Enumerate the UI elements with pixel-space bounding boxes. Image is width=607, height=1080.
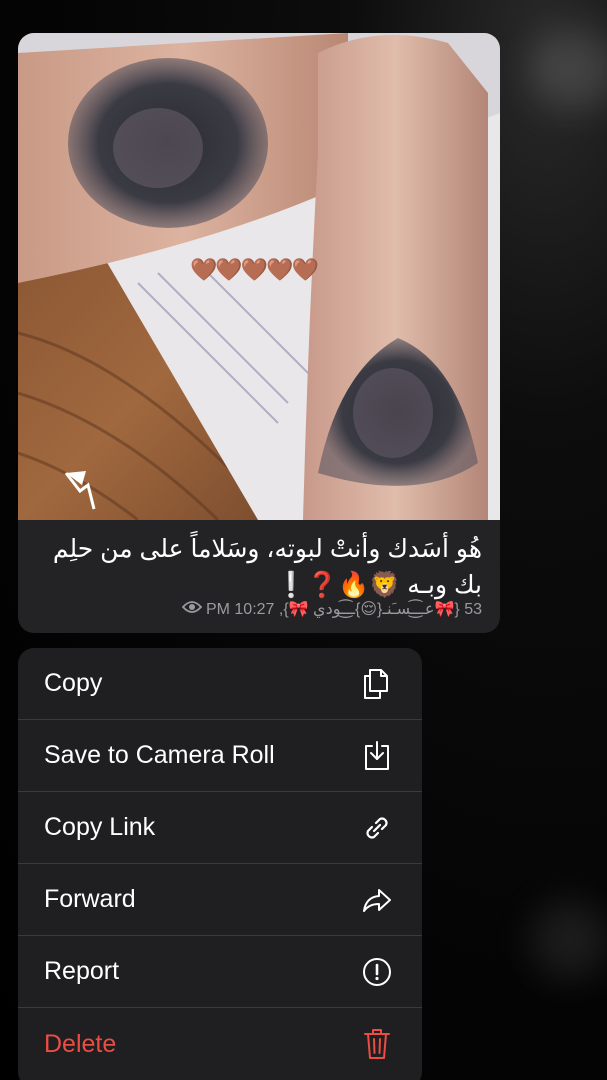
message-meta: 53 {🎀عــ͜͡ـسـَنـ{😌}ــ͜͡ـودي 🎀}, PM 10:27 (32, 599, 482, 619)
link-icon (360, 811, 394, 845)
forward-arrow-icon (360, 883, 394, 917)
eye-icon (181, 600, 202, 619)
message-time: PM 10:27 (205, 601, 275, 618)
menu-item-delete[interactable]: Delete (18, 1008, 422, 1080)
message-bubble[interactable]: 🤎🤎🤎🤎🤎 هُو أسَدك وأنتْ لبوته، وسَلاماً عل… (18, 33, 500, 633)
menu-item-label: Report (44, 957, 120, 985)
menu-item-label: Forward (44, 885, 136, 913)
message-caption: هُو أسَدك وأنتْ لبوته، وسَلاماً على من ح… (52, 535, 482, 599)
trash-icon (360, 1027, 394, 1061)
menu-item-save-to-camera-roll[interactable]: Save to Camera Roll (18, 720, 422, 792)
message-photo[interactable]: 🤎🤎🤎🤎🤎 (18, 33, 500, 520)
menu-item-label: Copy (44, 669, 103, 697)
save-download-icon (360, 739, 394, 773)
view-count: 53 (464, 601, 482, 618)
overlay-emoji: 🤎🤎🤎🤎🤎 (190, 257, 319, 282)
menu-item-copy[interactable]: Copy (18, 648, 422, 720)
context-menu: Copy Save to Camera Roll Copy Link Forwa… (18, 648, 422, 1080)
menu-item-label: Delete (44, 1029, 117, 1058)
author-signature: {🎀عــ͜͡ـسـَنـ{😌}ــ͜͡ـودي 🎀}, (278, 601, 460, 618)
background-blur (530, 900, 607, 980)
menu-item-label: Copy Link (44, 813, 156, 841)
background-blur (530, 30, 607, 110)
menu-item-label: Save to Camera Roll (44, 741, 275, 769)
exclamation-circle-icon (360, 955, 394, 989)
screen: 🤎🤎🤎🤎🤎 هُو أسَدك وأنتْ لبوته، وسَلاماً عل… (0, 0, 607, 1080)
menu-item-copy-link[interactable]: Copy Link (18, 792, 422, 864)
menu-item-forward[interactable]: Forward (18, 864, 422, 936)
menu-item-report[interactable]: Report (18, 936, 422, 1008)
copy-icon (360, 667, 394, 701)
